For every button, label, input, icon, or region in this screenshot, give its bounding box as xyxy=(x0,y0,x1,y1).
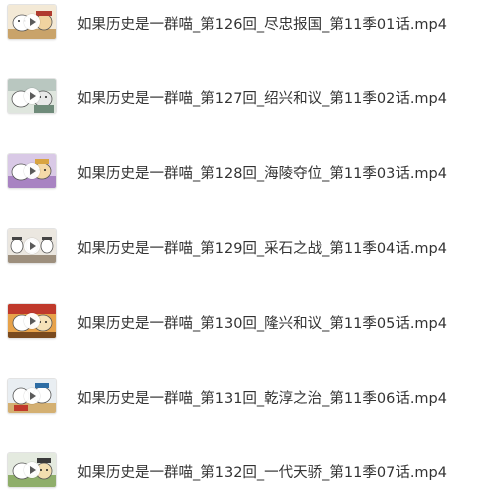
play-icon xyxy=(24,88,40,104)
play-icon xyxy=(24,313,40,329)
file-item[interactable]: 如果历史是一群喵_第128回_海陵夺位_第11季03话.mp4 xyxy=(0,149,485,193)
play-icon xyxy=(24,163,40,179)
file-item[interactable]: 如果历史是一群喵_第132回_一代天骄_第11季07话.mp4 xyxy=(0,450,485,494)
video-thumbnail-icon[interactable] xyxy=(8,79,56,113)
file-list: 如果历史是一群喵_第126回_尽忠报国_第11季01话.mp4 如果历史是一群喵… xyxy=(0,0,485,487)
play-icon xyxy=(24,238,40,254)
video-thumbnail-icon[interactable] xyxy=(8,304,56,338)
file-item[interactable]: 如果历史是一群喵_第127回_绍兴和议_第11季02话.mp4 xyxy=(0,74,485,118)
file-item[interactable]: 如果历史是一群喵_第126回_尽忠报国_第11季01话.mp4 xyxy=(0,0,485,44)
file-name[interactable]: 如果历史是一群喵_第131回_乾淳之治_第11季06话.mp4 xyxy=(77,387,447,408)
video-thumbnail-icon[interactable] xyxy=(8,229,56,263)
file-name[interactable]: 如果历史是一群喵_第132回_一代天骄_第11季07话.mp4 xyxy=(77,461,447,482)
file-item[interactable]: 如果历史是一群喵_第130回_隆兴和议_第11季05话.mp4 xyxy=(0,299,485,343)
file-name[interactable]: 如果历史是一群喵_第126回_尽忠报国_第11季01话.mp4 xyxy=(77,13,447,34)
play-icon xyxy=(24,388,40,404)
video-thumbnail-icon[interactable] xyxy=(8,154,56,188)
file-name[interactable]: 如果历史是一群喵_第127回_绍兴和议_第11季02话.mp4 xyxy=(77,87,447,108)
file-name[interactable]: 如果历史是一群喵_第130回_隆兴和议_第11季05话.mp4 xyxy=(77,312,447,333)
video-thumbnail-icon[interactable] xyxy=(8,5,56,39)
play-icon xyxy=(24,14,40,30)
video-thumbnail-icon[interactable] xyxy=(8,453,56,487)
file-name[interactable]: 如果历史是一群喵_第129回_采石之战_第11季04话.mp4 xyxy=(77,237,447,258)
file-item[interactable]: 如果历史是一群喵_第131回_乾淳之治_第11季06话.mp4 xyxy=(0,374,485,418)
file-name[interactable]: 如果历史是一群喵_第128回_海陵夺位_第11季03话.mp4 xyxy=(77,162,447,183)
video-thumbnail-icon[interactable] xyxy=(8,379,56,413)
file-item[interactable]: 如果历史是一群喵_第129回_采石之战_第11季04话.mp4 xyxy=(0,224,485,268)
play-icon xyxy=(24,462,40,478)
